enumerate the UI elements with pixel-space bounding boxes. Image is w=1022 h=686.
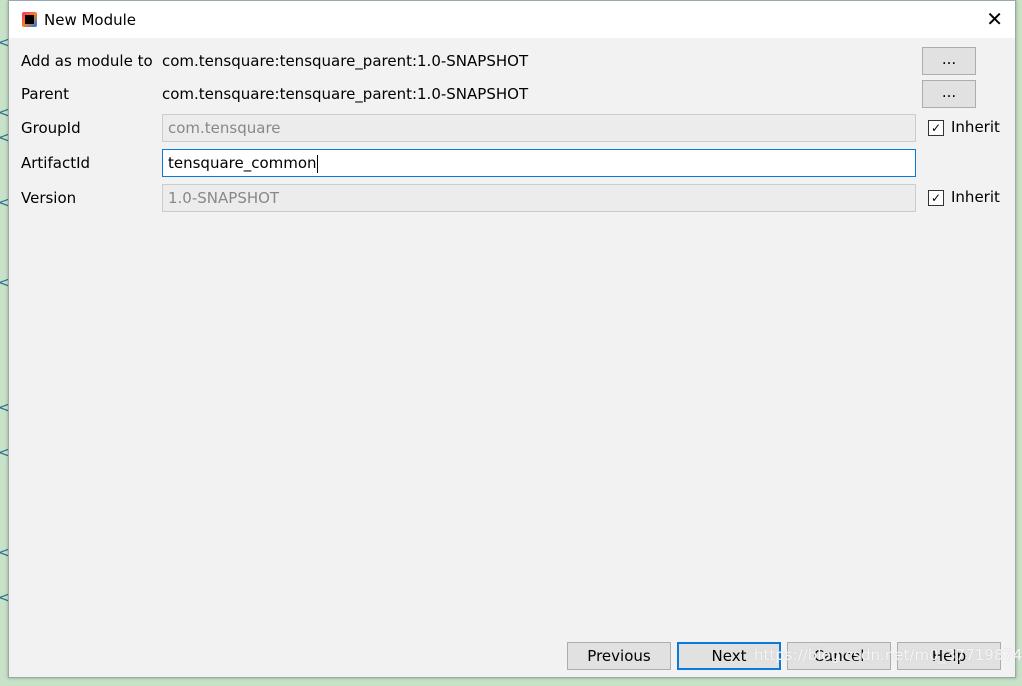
groupid-inherit-label: Inherit (951, 118, 1000, 136)
version-field[interactable]: 1.0-SNAPSHOT (162, 184, 916, 212)
previous-button[interactable]: Previous (567, 642, 671, 670)
text-caret (316, 154, 318, 173)
artifactid-value: tensquare_common (168, 154, 317, 172)
parent-value: com.tensquare:tensquare_parent:1.0-SNAPS… (162, 85, 529, 103)
dialog-title: New Module (44, 11, 137, 29)
add-as-module-value: com.tensquare:tensquare_parent:1.0-SNAPS… (162, 52, 529, 70)
groupid-label: GroupId (21, 119, 81, 137)
add-as-module-label: Add as module to (21, 52, 153, 70)
new-module-dialog: New Module ✕ Add as module to com.tensqu… (8, 0, 1016, 678)
add-as-module-browse-button[interactable]: ... (922, 47, 976, 75)
version-inherit-checkbox[interactable]: ✓ (928, 190, 944, 206)
next-button[interactable]: Next (677, 642, 781, 670)
parent-browse-button[interactable]: ... (922, 80, 976, 108)
groupid-field[interactable]: com.tensquare (162, 114, 916, 142)
artifactid-label: ArtifactId (21, 154, 91, 172)
artifactid-field[interactable]: tensquare_common (162, 149, 916, 177)
close-icon[interactable]: ✕ (986, 9, 1003, 29)
groupid-inherit-checkbox[interactable]: ✓ (928, 120, 944, 136)
version-inherit-label: Inherit (951, 188, 1000, 206)
version-label: Version (21, 189, 77, 207)
intellij-icon (22, 12, 37, 27)
title-bar: New Module ✕ (9, 1, 1015, 38)
cancel-button[interactable]: Cancel (787, 642, 891, 670)
parent-label: Parent (21, 85, 70, 103)
help-button[interactable]: Help (897, 642, 1001, 670)
